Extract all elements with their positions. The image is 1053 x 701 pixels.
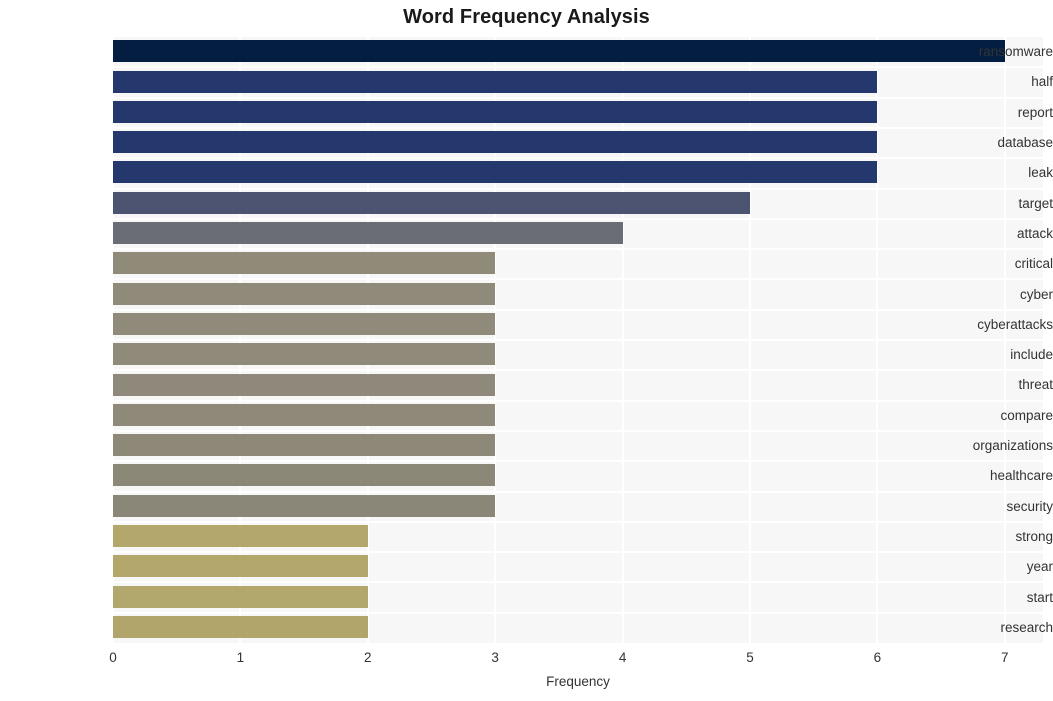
bar[interactable] [113,615,368,638]
bar[interactable] [113,434,496,457]
bar-row [113,189,1043,218]
y-axis-tick-label: attack [1016,225,1053,241]
y-axis-tick-label: database [997,135,1053,151]
bar-row [113,128,1043,157]
bar-row [113,98,1043,127]
bar-row [113,522,1043,551]
bar-row [113,370,1043,399]
bar-row [113,431,1043,460]
y-axis-tick-label: research [1000,619,1053,635]
bar-row [113,582,1043,611]
bar[interactable] [113,343,496,366]
bar-row [113,613,1043,642]
bar-row [113,279,1043,308]
y-axis-tick-label: cyberattacks [977,316,1053,332]
x-axis-tick-label: 2 [364,650,372,665]
x-axis-tick-label: 5 [746,650,754,665]
bar[interactable] [113,40,1005,63]
bar[interactable] [113,70,878,93]
bar-row [113,552,1043,581]
bar[interactable] [113,585,368,608]
bar-row [113,67,1043,96]
word-frequency-chart: Word Frequency Analysis ransomware half re… [0,0,1053,701]
x-axis-tick-label: 4 [618,650,627,665]
bar[interactable] [113,252,496,275]
y-axis-tick-label: threat [1018,377,1053,393]
bar-row [113,340,1043,369]
y-axis-tick-label: year [1026,559,1053,575]
y-axis-tick-label: half [1031,74,1053,90]
plot-area [112,37,1043,643]
bar-row [113,310,1043,339]
y-axis-tick-label: target [1018,195,1053,211]
bar[interactable] [113,403,496,426]
x-axis-tick-label: 7 [1001,650,1009,665]
bar-row [113,461,1043,490]
bar-row [113,37,1043,66]
bar-row [113,158,1043,187]
y-axis-tick-label: organizations [972,438,1053,454]
bar[interactable] [113,191,750,214]
bar[interactable] [113,100,878,123]
bar[interactable] [113,555,368,578]
bar[interactable] [113,282,496,305]
y-axis-tick-label: healthcare [989,468,1053,484]
bar-row [113,492,1043,521]
x-axis-tick-label: 3 [491,650,499,665]
bar-row [113,249,1043,278]
y-axis-tick-label: security [1006,498,1053,514]
y-axis-tick-label: compare [1000,407,1053,423]
y-axis-tick-label: strong [1015,528,1053,544]
bar[interactable] [113,131,878,154]
y-axis-tick-label: critical [1014,256,1053,272]
y-axis-tick-label: leak [1028,165,1053,181]
bar[interactable] [113,525,368,548]
y-axis-tick-label: include [1010,347,1053,363]
y-axis-tick-label: cyber [1019,286,1053,302]
bar[interactable] [113,312,496,335]
x-axis-tick-label: 6 [873,650,882,665]
y-axis-tick-label: ransomware [978,44,1053,60]
bar[interactable] [113,494,496,517]
chart-title: Word Frequency Analysis [403,6,650,28]
bar[interactable] [113,373,496,396]
bar-row [113,401,1043,430]
x-axis-tick-label: 0 [109,650,117,665]
bar[interactable] [113,464,496,487]
y-axis-tick-label: start [1026,589,1053,605]
x-axis-label: Frequency [546,674,610,689]
bar-row [113,219,1043,248]
y-axis-tick-label: report [1017,104,1053,120]
bar[interactable] [113,161,878,184]
bar[interactable] [113,222,623,245]
x-axis-tick-label: 1 [236,650,245,665]
